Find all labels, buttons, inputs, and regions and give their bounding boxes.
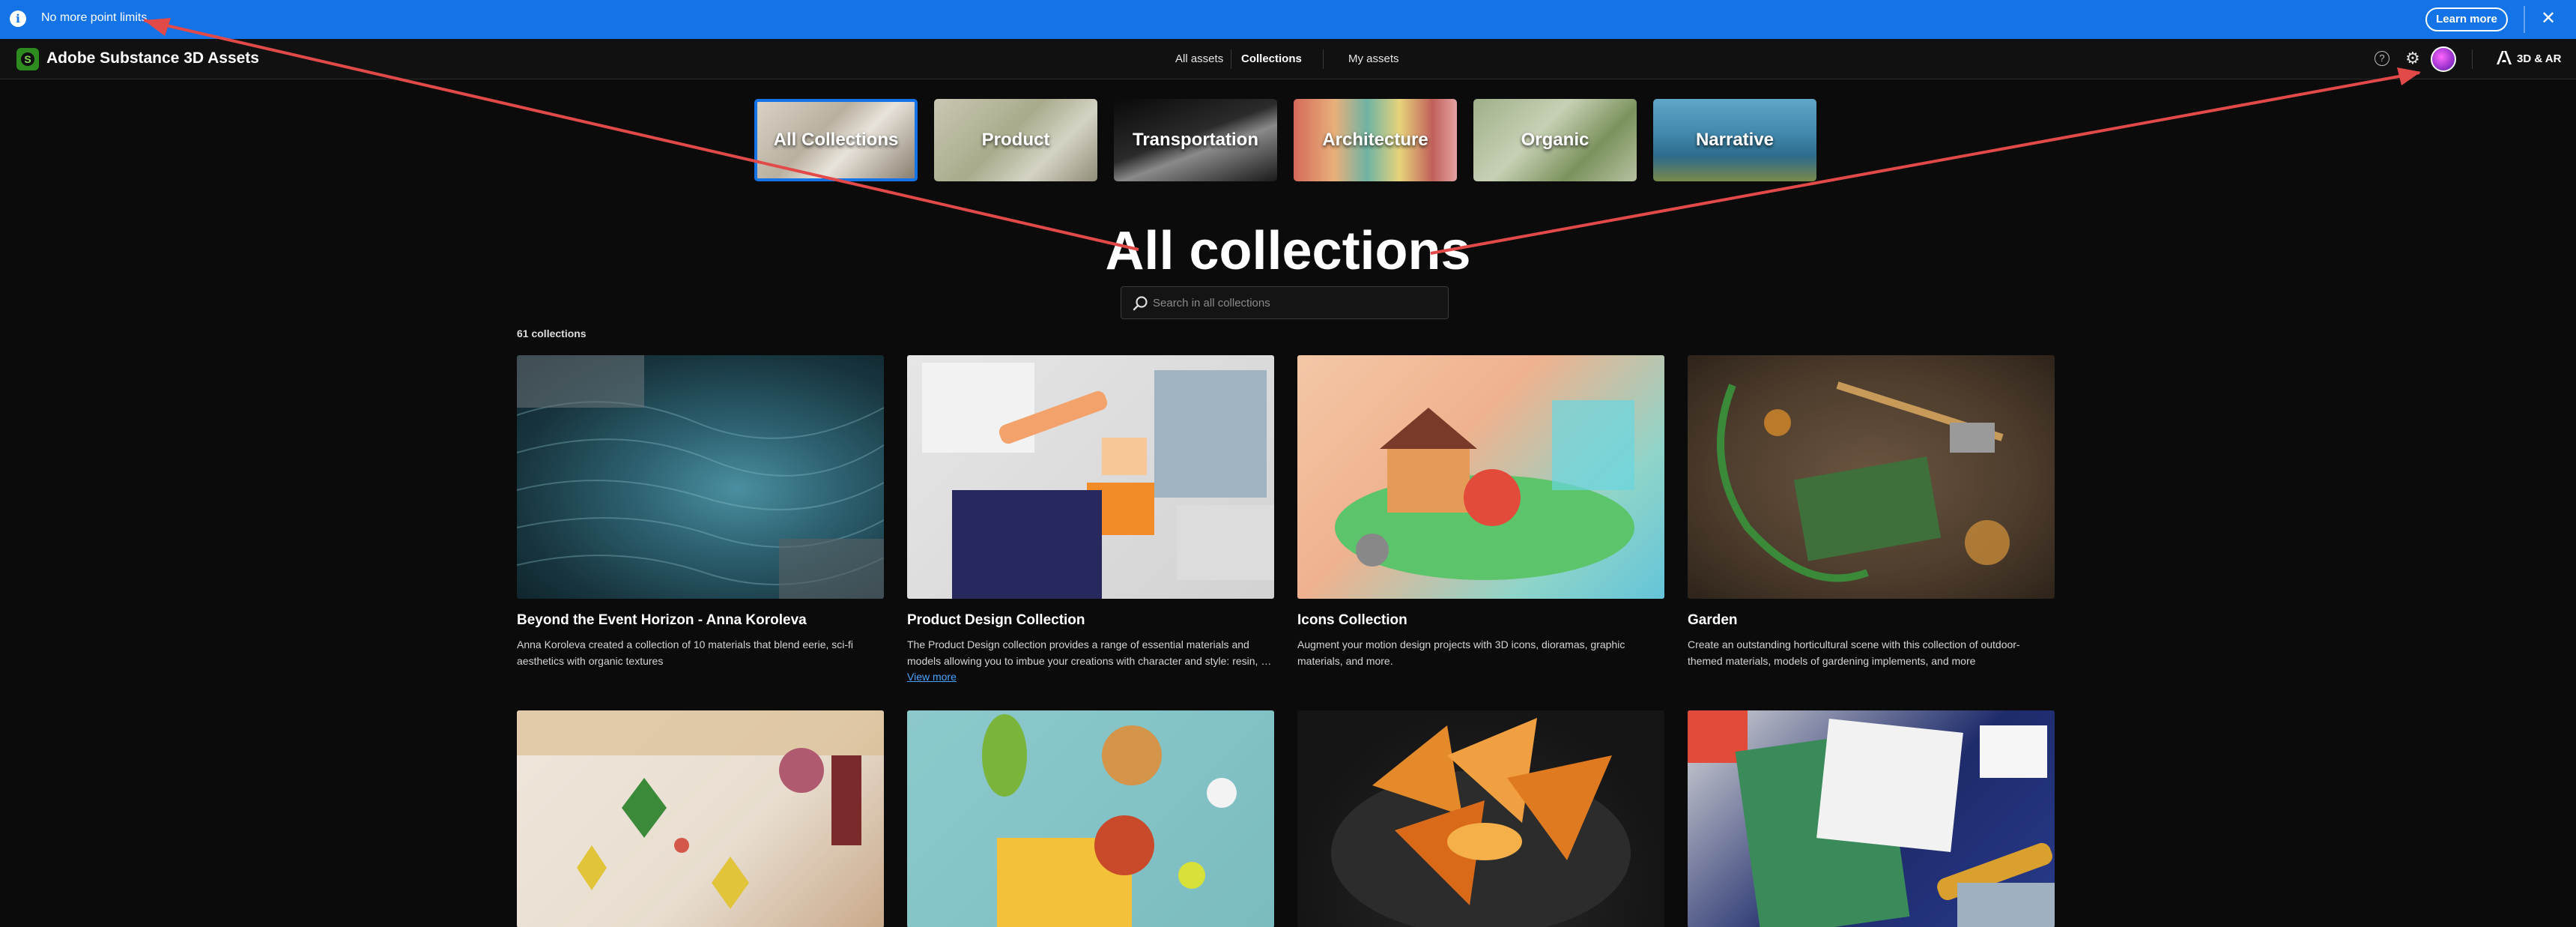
nav-all-assets[interactable]: All assets xyxy=(1175,52,1223,65)
banner-divider xyxy=(2524,6,2525,33)
nav-my-assets[interactable]: My assets xyxy=(1348,52,1399,65)
logo-letter: S xyxy=(21,52,34,66)
page-title: All collections xyxy=(1105,221,1471,281)
card-title[interactable]: Garden xyxy=(1688,612,2055,629)
collection-card[interactable]: Icons Collection Augment your motion des… xyxy=(1297,355,1664,669)
card-title[interactable]: Product Design Collection xyxy=(907,612,1274,629)
category-label: Organic xyxy=(1521,130,1589,150)
close-icon[interactable]: ✕ xyxy=(2538,7,2559,30)
collection-card[interactable] xyxy=(1297,710,1664,927)
search-icon xyxy=(1132,295,1150,312)
category-label: Narrative xyxy=(1695,130,1775,150)
card-thumbnail[interactable] xyxy=(517,710,884,927)
card-thumbnail[interactable] xyxy=(517,355,884,599)
substance-logo[interactable]: S xyxy=(16,48,39,70)
card-thumbnail[interactable] xyxy=(1297,710,1664,927)
adobe-icon xyxy=(2497,51,2512,68)
card-description: Create an outstanding horticultural scen… xyxy=(1688,638,2020,667)
view-more-link[interactable]: View more xyxy=(907,671,957,683)
collection-card[interactable]: Product Design Collection The Product De… xyxy=(907,355,1274,684)
card-thumbnail[interactable] xyxy=(907,710,1274,927)
nav-divider xyxy=(1323,49,1324,69)
category-label: Product xyxy=(981,130,1050,150)
collection-card[interactable] xyxy=(907,710,1274,927)
category-label: Transportation xyxy=(1132,130,1258,150)
category-label: Architecture xyxy=(1322,130,1428,150)
search-box[interactable] xyxy=(1121,286,1449,319)
search-input[interactable] xyxy=(1153,287,1437,318)
category-organic[interactable]: Organic xyxy=(1473,99,1637,181)
card-description: Augment your motion design projects with… xyxy=(1297,638,1625,667)
card-title[interactable]: Icons Collection xyxy=(1297,612,1664,629)
3d-ar-link[interactable]: 3D & AR xyxy=(2517,52,2561,65)
card-thumbnail[interactable] xyxy=(1297,355,1664,599)
promo-banner: i No more point limits Learn more ✕ xyxy=(0,0,2576,39)
info-icon: i xyxy=(10,10,26,27)
card-thumbnail[interactable] xyxy=(1688,355,2055,599)
category-narrative[interactable]: Narrative xyxy=(1653,99,1816,181)
card-description: Anna Koroleva created a collection of 10… xyxy=(517,638,854,667)
annotation-arrows xyxy=(143,18,2421,255)
category-all-collections[interactable]: All Collections xyxy=(754,99,918,181)
card-thumbnail[interactable] xyxy=(1688,710,2055,927)
nav-collections[interactable]: Collections xyxy=(1241,52,1302,65)
header-divider xyxy=(2472,49,2473,69)
card-title[interactable]: Beyond the Event Horizon - Anna Koroleva xyxy=(517,612,884,629)
help-icon[interactable]: ? xyxy=(2375,51,2389,66)
card-thumbnail[interactable] xyxy=(907,355,1274,599)
category-product[interactable]: Product xyxy=(934,99,1097,181)
banner-message: No more point limits xyxy=(41,11,148,24)
category-transportation[interactable]: Transportation xyxy=(1114,99,1277,181)
app-title[interactable]: Adobe Substance 3D Assets xyxy=(46,49,259,67)
collection-card[interactable]: Garden Create an outstanding horticultur… xyxy=(1688,355,2055,669)
category-architecture[interactable]: Architecture xyxy=(1294,99,1457,181)
collection-count: 61 collections xyxy=(517,327,587,339)
collection-card[interactable] xyxy=(517,710,884,927)
card-description: The Product Design collection provides a… xyxy=(907,638,1272,667)
collection-card[interactable]: Beyond the Event Horizon - Anna Koroleva… xyxy=(517,355,884,669)
gear-icon[interactable]: ⚙ xyxy=(2403,49,2422,68)
collection-card[interactable] xyxy=(1688,710,2055,927)
app-header: S Adobe Substance 3D Assets All assets C… xyxy=(0,39,2576,79)
category-label: All Collections xyxy=(773,130,899,150)
avatar[interactable] xyxy=(2431,46,2456,72)
learn-more-button[interactable]: Learn more xyxy=(2425,7,2508,31)
